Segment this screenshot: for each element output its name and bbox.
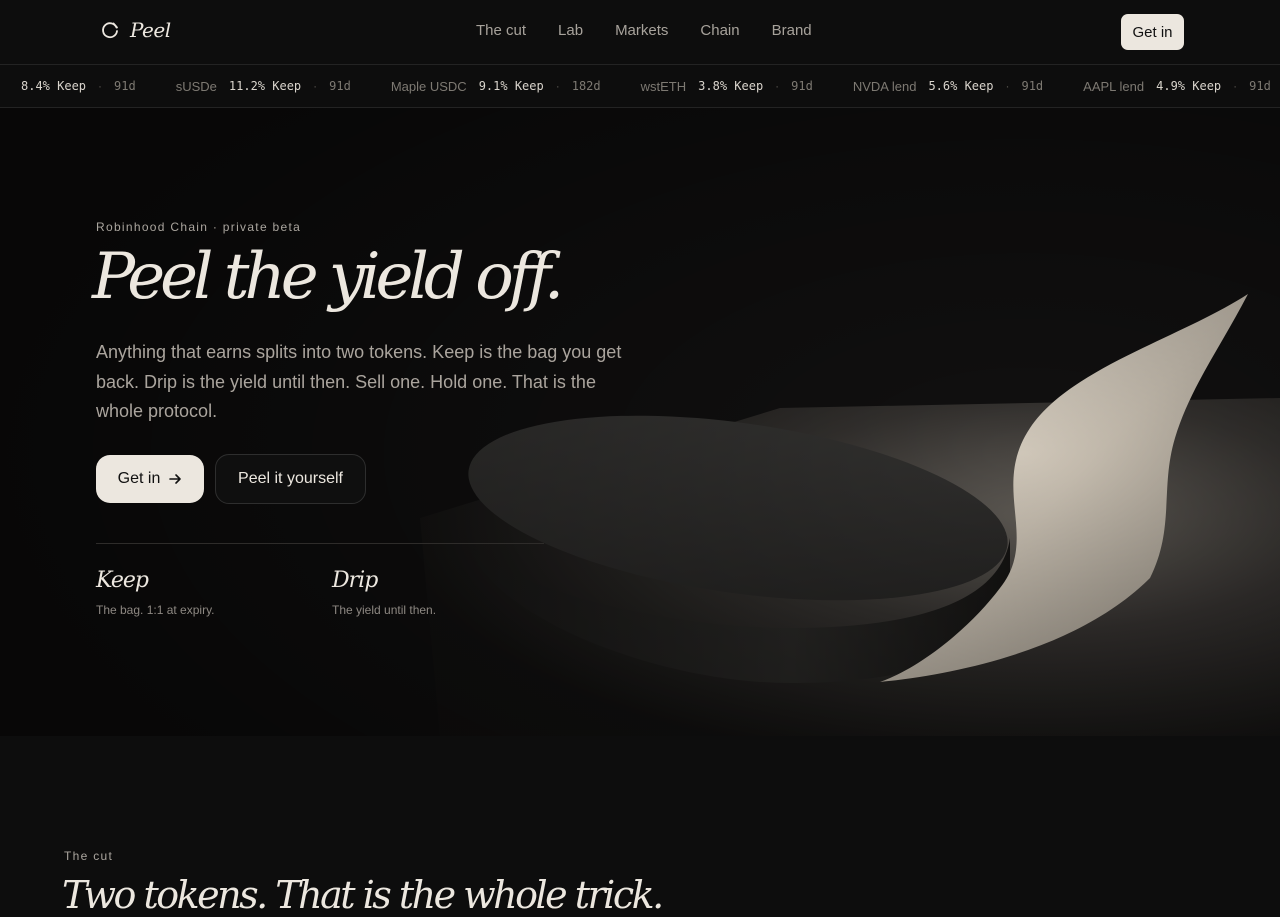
ticker-term: 91d [1249, 79, 1271, 93]
hero-eyebrow: Robinhood Chain · private beta [96, 220, 302, 234]
ticker-term: 91d [1021, 79, 1044, 93]
ticker-separator: · [775, 79, 780, 93]
ticker-item[interactable]: wstETH 3.8% Keep · 91d [641, 79, 813, 94]
ticker-rate: 9.1% Keep [478, 79, 544, 93]
ticker-asset-name: sUSDe [175, 78, 217, 94]
arrow-right-icon [169, 474, 182, 484]
drip-token-description: The yield until then. [332, 603, 437, 617]
keep-token-card: Keep The bag. 1:1 at expiry. [96, 568, 215, 617]
ticker-rate: 4.9% Keep [1156, 79, 1222, 93]
ticker-asset-name: wstETH [640, 78, 687, 94]
ticker-item[interactable]: sUSDe 11.2% Keep · 91d [176, 79, 351, 94]
nav-item-lab[interactable]: Lab [558, 22, 583, 39]
peel-it-yourself-button[interactable]: Peel it yourself [215, 454, 366, 504]
ticker-separator: · [1005, 79, 1010, 93]
ticker-track: 8.4% Keep · 91d sUSDe 11.2% Keep · 91d M… [9, 65, 1280, 107]
drip-token-card: Drip The yield until then. [332, 568, 436, 617]
header-get-in-button[interactable]: Get in [1121, 14, 1184, 50]
ticker-separator: · [98, 79, 103, 93]
ticker-separator: · [555, 79, 560, 93]
ticker-item[interactable]: NVDA lend 5.6% Keep · 91d [853, 79, 1043, 94]
market-ticker: 8.4% Keep · 91d sUSDe 11.2% Keep · 91d M… [0, 65, 1280, 108]
nav-item-chain[interactable]: Chain [700, 22, 739, 39]
ticker-item[interactable]: Maple USDC 9.1% Keep · 182d [391, 79, 601, 94]
ticker-rate: 5.6% Keep [928, 79, 994, 93]
ticker-rate: 8.4% Keep [21, 79, 87, 93]
site-header: Peel The cut Lab Markets Chain Brand Get… [0, 0, 1280, 65]
peel-logo-icon [102, 22, 118, 39]
ticker-asset-name: NVDA lend [852, 78, 917, 94]
nav-item-the-cut[interactable]: The cut [476, 22, 526, 39]
ticker-term: 91d [329, 79, 351, 93]
logo[interactable]: Peel [100, 14, 171, 46]
hero-title: Peel the yield off. [92, 240, 564, 314]
cut-section-title: Two tokens. That is the whole trick. [62, 873, 664, 917]
nav-item-brand[interactable]: Brand [772, 22, 812, 39]
ticker-item[interactable]: 8.4% Keep · 91d [9, 79, 136, 93]
ticker-asset-name: AAPL lend [1083, 78, 1145, 94]
ticker-item[interactable]: AAPL lend 4.9% Keep · 91d [1083, 79, 1271, 94]
main-nav: The cut Lab Markets Chain Brand [476, 22, 812, 39]
get-in-button[interactable]: Get in [96, 455, 204, 503]
ticker-term: 91d [114, 79, 136, 93]
ticker-separator: · [1233, 79, 1238, 93]
ticker-separator: · [313, 79, 318, 93]
get-in-label: Get in [117, 470, 161, 487]
keep-token-name: Keep [96, 568, 149, 593]
ticker-rate: 11.2% Keep [228, 79, 302, 93]
hero-divider [96, 543, 544, 544]
hero-description: Anything that earns splits into two toke… [96, 342, 622, 421]
ticker-term: 91d [791, 79, 813, 93]
cut-section-eyebrow: The cut [64, 849, 114, 863]
nav-item-markets[interactable]: Markets [615, 22, 668, 39]
drip-token-name: Drip [332, 568, 378, 593]
keep-token-description: The bag. 1:1 at expiry. [96, 603, 215, 617]
logo-text: Peel [130, 18, 171, 42]
ticker-rate: 3.8% Keep [698, 79, 764, 93]
ticker-term: 182d [571, 79, 601, 93]
ticker-asset-name: Maple USDC [390, 78, 467, 94]
hero-section: Robinhood Chain · private beta Peel the … [0, 108, 1280, 736]
